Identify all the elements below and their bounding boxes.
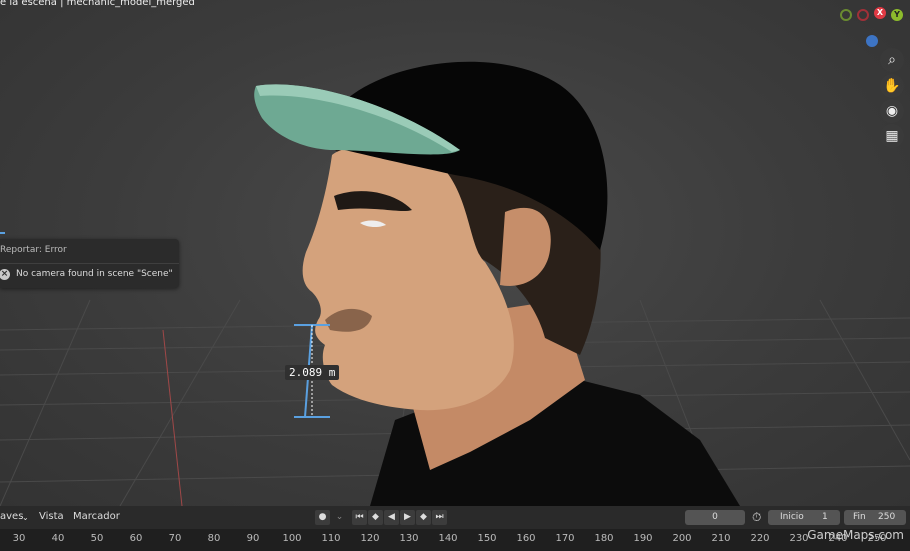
timeline-tick: 150 — [477, 533, 497, 544]
grid-ortho-icon[interactable]: ▦ — [880, 124, 904, 148]
timeline-tick: 190 — [633, 533, 653, 544]
measure-label: 2.089 m — [285, 365, 340, 380]
timeline-tick: 180 — [594, 533, 614, 544]
timeline-tick: 230 — [789, 533, 809, 544]
view-menu[interactable]: Vista — [39, 511, 64, 522]
report-divider — [0, 263, 179, 264]
timeline-tick: 200 — [672, 533, 692, 544]
next-keyframe-button[interactable]: ◆ — [416, 510, 431, 525]
jump-end-button[interactable]: ⏭ — [432, 510, 447, 525]
marker-menu[interactable]: Marcador — [73, 511, 120, 522]
error-icon: × — [0, 269, 10, 280]
error-report-popup: Reportar: Error × No camera found in sce… — [0, 239, 179, 288]
stopwatch-icon[interactable]: ⏱ — [752, 510, 761, 525]
gizmo-x-neg-icon[interactable] — [857, 9, 869, 21]
timeline-tick: 80 — [207, 533, 221, 544]
timeline-tick: 160 — [516, 533, 536, 544]
timeline-tick: 50 — [90, 533, 104, 544]
record-button[interactable]: ● — [315, 510, 330, 525]
jump-start-button[interactable]: ⏮ — [352, 510, 367, 525]
timeline-tick: 30 — [12, 533, 26, 544]
timeline-ruler[interactable]: 30 40 50 60 70 80 90 100 110 120 130 140 150 160 170 18… — [0, 529, 910, 551]
timeline-tick: 40 — [51, 533, 65, 544]
timeline-tick: 210 — [711, 533, 731, 544]
report-header: Reportar: Error — [0, 245, 67, 255]
end-frame-field[interactable]: Fin 250 — [844, 510, 906, 525]
gizmo-z-icon[interactable] — [866, 35, 878, 47]
gizmo-x-icon[interactable]: X — [874, 7, 886, 19]
timeline-header: aves ⌄ Vista Marcador ● ⌄ ⏮ ◆ ◀ ▶ ◆ ⏭ 0 … — [0, 506, 910, 529]
hand-pan-icon[interactable]: ✋ — [880, 74, 904, 98]
timeline-tick: 220 — [750, 533, 770, 544]
report-message: No camera found in scene "Scene" — [16, 269, 173, 279]
gizmo-y-icon[interactable]: Y — [891, 9, 903, 21]
start-label: Inicio — [780, 512, 804, 522]
start-value: 1 — [822, 512, 828, 522]
timeline-tick: 90 — [246, 533, 260, 544]
end-value: 250 — [878, 512, 896, 522]
zoom-icon[interactable]: ⌕ — [880, 48, 904, 72]
keys-menu[interactable]: aves — [0, 511, 23, 522]
timeline-tick: 70 — [168, 533, 182, 544]
3d-viewport[interactable]: e la escena | mechanic_model_merged X Y … — [0, 0, 910, 506]
viewport-title: e la escena | mechanic_model_merged — [0, 0, 195, 8]
start-frame-field[interactable]: Inicio 1 — [768, 510, 840, 525]
timeline-tick: 60 — [129, 533, 143, 544]
timeline-tick: 100 — [282, 533, 302, 544]
timeline-tick: 140 — [438, 533, 458, 544]
watermark: GameMaps.com — [807, 528, 904, 542]
camera-icon[interactable]: ◉ — [880, 99, 904, 123]
timeline-tick: 110 — [321, 533, 341, 544]
gizmo-y-neg-icon[interactable] — [840, 9, 852, 21]
end-label: Fin — [853, 512, 866, 522]
play-reverse-button[interactable]: ◀ — [384, 510, 399, 525]
chevron-down-icon[interactable]: ⌄ — [22, 513, 29, 522]
record-options-icon[interactable]: ⌄ — [332, 510, 347, 525]
current-frame-field[interactable]: 0 — [685, 510, 745, 525]
timeline-tick: 170 — [555, 533, 575, 544]
play-button[interactable]: ▶ — [400, 510, 415, 525]
prev-keyframe-button[interactable]: ◆ — [368, 510, 383, 525]
timeline-tick: 130 — [399, 533, 419, 544]
timeline-tick: 120 — [360, 533, 380, 544]
